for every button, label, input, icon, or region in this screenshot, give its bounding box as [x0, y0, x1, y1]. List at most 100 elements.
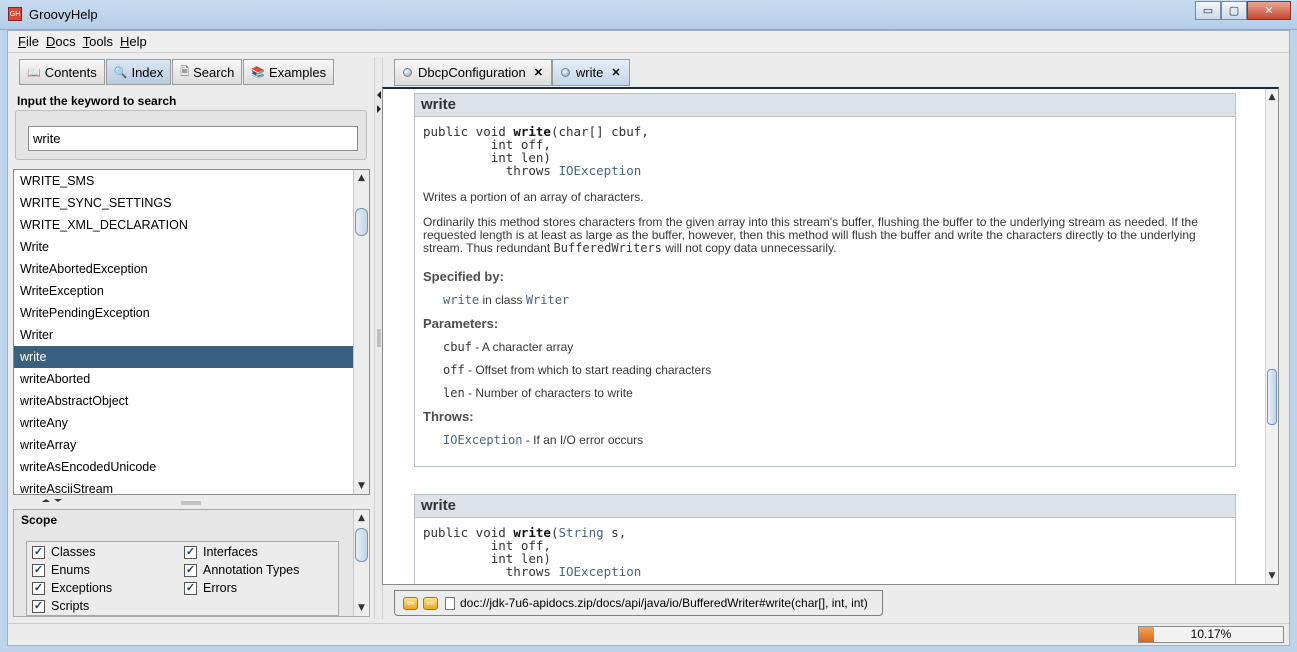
document-tabs: DbcpConfiguration ✕ write ✕ [394, 59, 630, 86]
scope-scrollbar[interactable]: ▲ ▼ [353, 510, 369, 616]
menu-docs-label: ocs [55, 34, 76, 49]
method-signature: public void write(char[] cbuf, int off, … [423, 125, 1235, 177]
specified-method-link[interactable]: write [443, 293, 479, 307]
scroll-thumb[interactable] [355, 528, 368, 562]
description-text: will not copy data unnecessarily. [661, 241, 837, 255]
scope-enums-checkbox[interactable]: ✓ Enums [32, 563, 90, 577]
close-tab-icon[interactable]: ✕ [534, 66, 543, 79]
menu-docs-mnemonic: D [45, 34, 56, 49]
tab-contents[interactable]: 📖 Contents [19, 59, 105, 85]
param-desc: - A character array [471, 340, 574, 354]
list-item[interactable]: WRITE_SMS [14, 170, 354, 192]
list-item[interactable]: writeAborted [14, 368, 354, 390]
menu-help-label: elp [129, 34, 147, 49]
maximize-button[interactable]: ▢ [1221, 1, 1247, 20]
menu-file[interactable]: File [18, 31, 44, 52]
menu-help[interactable]: Help [120, 31, 152, 52]
document-icon [560, 68, 570, 77]
member-heading: write [415, 94, 1235, 117]
method-signature: public void write(String s, int off, int… [423, 526, 1235, 578]
index-list-scrollbar[interactable]: ▲ ▼ [353, 170, 369, 494]
list-item[interactable]: WritePendingException [14, 302, 354, 324]
parameters-label: Parameters: [423, 316, 499, 331]
scope-errors-label: Errors [203, 581, 238, 595]
scroll-down-arrow-icon[interactable]: ▼ [354, 478, 369, 494]
scope-errors-checkbox[interactable]: ✓ Errors [184, 581, 237, 595]
index-panel: 📖 Contents 🔍 Index 🗎 Search 📚 Examples Input… [11, 57, 373, 619]
scope-scripts-checkbox[interactable]: ✓ Scripts [32, 599, 89, 613]
scroll-thumb[interactable] [355, 208, 368, 236]
list-item[interactable]: writeAsciiStream [14, 478, 354, 494]
list-item[interactable]: writeAny [14, 412, 354, 434]
sig-params: (char[] cbuf, [550, 124, 649, 139]
document-icon [403, 68, 412, 77]
document-scrollbar[interactable]: ▲ ▼ [1265, 89, 1278, 584]
tab-dbcpconfiguration-label: DbcpConfiguration [418, 65, 526, 80]
list-item[interactable]: writeAsEncodedUnicode [14, 456, 354, 478]
forward-arrow-icon[interactable]: ⇨ [423, 596, 438, 610]
menu-bar: File Docs Tools Help [8, 31, 1289, 53]
address-url[interactable]: doc://jdk-7u6-apidocs.zip/docs/api/java/… [460, 596, 868, 610]
throws-desc: - If an I/O error occurs [522, 433, 644, 447]
scope-interfaces-checkbox[interactable]: ✓ Interfaces [184, 545, 258, 559]
tab-search[interactable]: 🗎 Search [172, 59, 243, 85]
minimize-button[interactable]: ▭ [1195, 1, 1221, 20]
scroll-up-arrow-icon[interactable]: ▲ [354, 170, 369, 186]
scope-annotation-types-checkbox[interactable]: ✓ Annotation Types [184, 563, 299, 577]
list-item[interactable]: Writer [14, 324, 354, 346]
scroll-up-arrow-icon[interactable]: ▲ [354, 510, 369, 526]
param-item: len - Number of characters to write [443, 386, 1235, 400]
list-item[interactable]: WriteException [14, 280, 354, 302]
tab-examples[interactable]: 📚 Examples [243, 59, 335, 85]
left-tabs: 📖 Contents 🔍 Index 🗎 Search 📚 Examples [19, 59, 335, 85]
left-splitter[interactable] [13, 497, 370, 507]
document-view: write public void write(char[] cbuf, int… [382, 87, 1279, 585]
ioexception-link[interactable]: IOException [443, 433, 522, 447]
list-item[interactable]: writeArray [14, 434, 354, 456]
close-tab-icon[interactable]: ✕ [611, 66, 620, 79]
tab-write[interactable]: write ✕ [551, 59, 630, 86]
member-block: write public void write(char[] cbuf, int… [414, 93, 1236, 467]
page-icon [445, 596, 455, 610]
scroll-thumb[interactable] [1267, 369, 1277, 425]
scroll-down-arrow-icon[interactable]: ▼ [1266, 568, 1278, 584]
splitter-grip-icon [42, 499, 201, 505]
list-item[interactable]: WRITE_SYNC_SETTINGS [14, 192, 354, 214]
writer-class-link[interactable]: Writer [526, 293, 569, 307]
method-description: Ordinarily this method stores characters… [423, 216, 1227, 255]
param-item: off - Offset from which to start reading… [443, 363, 1235, 377]
param-name: cbuf [443, 340, 472, 354]
list-item[interactable]: Write [14, 236, 354, 258]
list-item[interactable]: WriteAbortedException [14, 258, 354, 280]
menu-tools[interactable]: Tools [83, 31, 118, 52]
param-item: cbuf - A character array [443, 340, 1235, 354]
check-icon: ✓ [184, 545, 197, 559]
app-client-area: File Docs Tools Help 📖 Contents 🔍 Index 🗎 S… [7, 30, 1290, 646]
specified-by-value: write in class Writer [443, 293, 1235, 307]
list-item[interactable]: write [14, 346, 354, 368]
param-desc: - Offset from which to start reading cha… [464, 363, 712, 377]
menu-docs[interactable]: Docs [46, 31, 81, 52]
close-button[interactable]: ✕ [1247, 1, 1291, 20]
menu-help-mnemonic: H [119, 34, 130, 49]
list-item[interactable]: writeAbstractObject [14, 390, 354, 412]
check-icon: ✓ [184, 581, 197, 595]
ioexception-link[interactable]: IOException [558, 163, 641, 178]
index-list-items: WRITE_SMS WRITE_SYNC_SETTINGS WRITE_XML_DE… [14, 170, 354, 494]
keyword-label: Input the keyword to search [17, 94, 177, 108]
back-arrow-icon[interactable]: ⇦ [403, 596, 418, 610]
tab-index[interactable]: 🔍 Index [105, 59, 172, 85]
string-class-link[interactable]: String [558, 525, 603, 540]
list-item[interactable]: WRITE_XML_DECLARATION [14, 214, 354, 236]
scroll-down-arrow-icon[interactable]: ▼ [354, 600, 369, 616]
tab-dbcpconfiguration[interactable]: DbcpConfiguration ✕ [394, 59, 552, 86]
scope-exceptions-checkbox[interactable]: ✓ Exceptions [32, 581, 112, 595]
ioexception-link[interactable]: IOException [558, 564, 641, 579]
tab-index-label: Index [131, 64, 164, 80]
keyword-input[interactable]: write [28, 126, 358, 151]
keyword-box: write [15, 110, 367, 160]
scroll-up-arrow-icon[interactable]: ▲ [1266, 89, 1278, 105]
scope-classes-checkbox[interactable]: ✓ Classes [32, 545, 95, 559]
check-icon: ✓ [32, 581, 45, 595]
memory-progress-bar: 10.17% [1138, 626, 1284, 643]
